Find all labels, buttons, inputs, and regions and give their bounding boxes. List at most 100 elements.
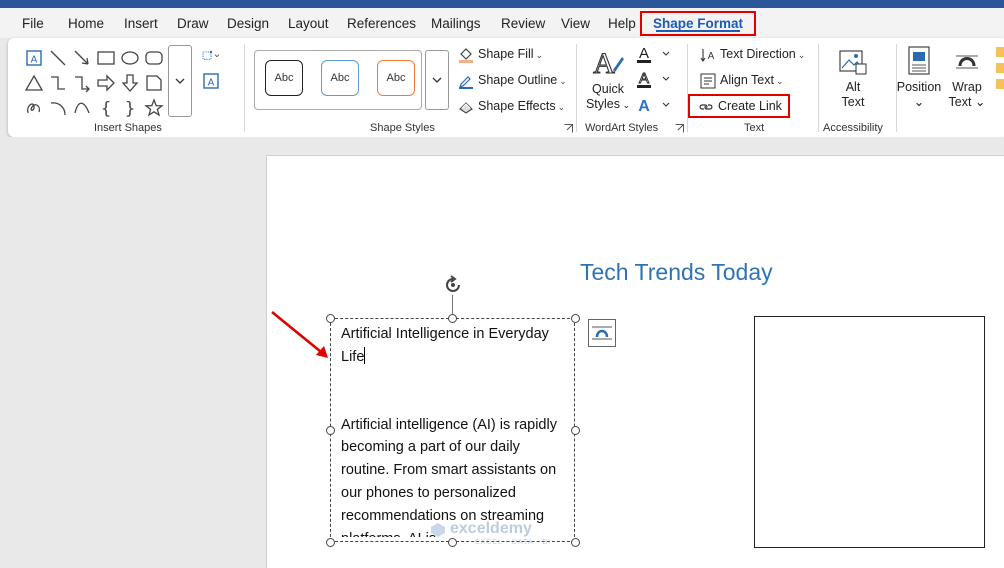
- star-shape-icon[interactable]: [144, 98, 164, 118]
- tab-home[interactable]: Home: [68, 16, 104, 31]
- tab-help[interactable]: Help: [608, 16, 636, 31]
- tab-layout[interactable]: Layout: [288, 16, 329, 31]
- block-arrow-down-shape-icon[interactable]: [120, 73, 140, 93]
- block-arrow-right-shape-icon[interactable]: [96, 73, 116, 93]
- tab-insert[interactable]: Insert: [124, 16, 158, 31]
- alt-text-button[interactable]: Alt Text: [828, 48, 878, 110]
- shape-effects-button[interactable]: Shape Effects ⌄: [458, 96, 565, 116]
- dialog-launcher-icon[interactable]: [675, 124, 684, 133]
- watermark-logo: exceldemy EXCEL · DATA · BI: [430, 520, 580, 554]
- text-outline-button[interactable]: A: [636, 69, 676, 89]
- elbow-arrow-shape-icon[interactable]: [72, 73, 92, 93]
- svg-text:A: A: [31, 55, 38, 66]
- tab-file[interactable]: File: [22, 16, 44, 31]
- scribble-shape-icon[interactable]: [24, 98, 44, 118]
- svg-text:A: A: [639, 45, 649, 62]
- group-separator: [244, 44, 245, 132]
- draw-text-box-icon[interactable]: A: [201, 71, 221, 91]
- triangle-shape-icon[interactable]: [24, 73, 44, 93]
- tab-mailings[interactable]: Mailings: [431, 16, 481, 31]
- text-outline-icon: A: [637, 70, 670, 88]
- position-button[interactable]: Position ⌄: [896, 46, 942, 110]
- wordart-quick-styles-icon: A: [593, 46, 624, 81]
- layout-options-icon: [592, 326, 612, 340]
- text-effects-button[interactable]: A: [636, 95, 676, 115]
- oval-shape-icon[interactable]: [120, 48, 140, 68]
- wrap-text-icon: [956, 55, 978, 69]
- tab-review[interactable]: Review: [501, 16, 545, 31]
- group-separator: [687, 44, 688, 132]
- elbow-connector-shape-icon[interactable]: [48, 73, 68, 93]
- shape-outline-button[interactable]: Shape Outline ⌄: [458, 70, 567, 90]
- group-separator: [576, 44, 577, 132]
- insert-shapes-group-label: Insert Shapes: [94, 122, 162, 134]
- align-text-icon: [700, 73, 716, 89]
- shape-style-preset-black[interactable]: Abc: [265, 60, 303, 96]
- ribbon: A { } A Insert Shapes Abc Abc Abc Shape …: [8, 38, 1004, 137]
- line-shape-icon[interactable]: [48, 48, 68, 68]
- wrap-text-button[interactable]: Wrap Text ⌄: [944, 46, 990, 110]
- position-icon: [908, 46, 930, 75]
- wordart-styles-group-label: WordArt Styles: [585, 122, 659, 134]
- tab-shape-format-label: Shape Format: [652, 16, 744, 31]
- tab-design[interactable]: Design: [227, 16, 269, 31]
- text-fill-button[interactable]: A: [636, 44, 676, 64]
- rounded-rectangle-shape-icon[interactable]: [144, 48, 164, 68]
- document-title[interactable]: Tech Trends Today: [580, 259, 773, 286]
- resize-handle-left[interactable]: [325, 425, 335, 435]
- curve-shape-icon[interactable]: [72, 98, 92, 118]
- text-box-body[interactable]: Artificial intelligence (AI) is rapidly …: [341, 414, 566, 537]
- menu-bar: File Home Insert Draw Design Layout Refe…: [0, 8, 1004, 38]
- shape-fill-label: Shape Fill: [478, 47, 534, 61]
- layout-options-button[interactable]: [588, 319, 616, 347]
- snip-corner-shape-icon[interactable]: [144, 73, 164, 93]
- resize-handle-top-right[interactable]: [570, 313, 580, 323]
- alt-text-label-2: Text: [841, 95, 865, 109]
- arrow-line-shape-icon[interactable]: [72, 48, 92, 68]
- left-brace-shape-icon[interactable]: {: [96, 98, 116, 119]
- text-box-shape-icon[interactable]: A: [24, 48, 44, 68]
- text-direction-button[interactable]: A Text Direction ⌄: [700, 44, 805, 64]
- watermark-name: exceldemy: [450, 520, 532, 537]
- dialog-launcher-icon[interactable]: [564, 124, 573, 133]
- right-brace-shape-icon[interactable]: }: [120, 98, 140, 119]
- tab-shape-format[interactable]: Shape Format: [640, 11, 756, 36]
- link-icon: [699, 104, 713, 110]
- tab-view[interactable]: View: [561, 16, 590, 31]
- shapes-gallery-more-button[interactable]: [168, 45, 192, 117]
- edit-shape-icon[interactable]: [201, 46, 231, 66]
- alt-text-icon: [839, 50, 867, 75]
- quick-styles-label-1: Quick: [592, 82, 624, 96]
- shape-style-preset-orange[interactable]: Abc: [377, 60, 415, 96]
- arc-shape-icon[interactable]: [48, 98, 68, 118]
- shape-styles-more-button[interactable]: [425, 50, 449, 110]
- svg-text:A: A: [593, 47, 615, 78]
- empty-text-box[interactable]: [754, 316, 985, 548]
- shapes-gallery: A { }: [22, 46, 168, 120]
- text-direction-icon: A: [700, 48, 715, 62]
- svg-text:}: }: [125, 99, 136, 118]
- chevron-down-icon: ⌄: [557, 102, 566, 112]
- rotate-handle-icon[interactable]: [441, 273, 465, 297]
- tab-references[interactable]: References: [347, 16, 416, 31]
- text-cursor: [364, 346, 366, 364]
- rectangle-shape-icon[interactable]: [96, 48, 116, 68]
- text-box-heading[interactable]: Artificial Intelligence in Everyday Life: [341, 326, 549, 365]
- tab-draw[interactable]: Draw: [177, 16, 209, 31]
- selected-text-box[interactable]: Artificial Intelligence in Everyday Life…: [330, 318, 575, 542]
- quick-styles-button[interactable]: A Quick Styles ⌄: [584, 46, 632, 113]
- chevron-down-icon: ⌄: [913, 95, 925, 109]
- bring-forward-icon[interactable]: [994, 46, 1004, 92]
- active-tab-underline: [656, 30, 740, 32]
- resize-handle-right[interactable]: [570, 425, 580, 435]
- align-text-button[interactable]: Align Text ⌄: [700, 70, 784, 90]
- resize-handle-bottom-left[interactable]: [325, 537, 335, 547]
- create-link-button[interactable]: Create Link: [698, 96, 782, 116]
- shape-fill-button[interactable]: Shape Fill ⌄: [458, 44, 543, 64]
- shape-effects-label: Shape Effects: [478, 99, 556, 113]
- watermark-icon: [431, 523, 445, 537]
- shape-style-preset-blue[interactable]: Abc: [321, 60, 359, 96]
- pencil-icon: [459, 75, 473, 89]
- resize-handle-top[interactable]: [447, 313, 457, 323]
- chevron-down-icon: ⌄: [535, 50, 544, 60]
